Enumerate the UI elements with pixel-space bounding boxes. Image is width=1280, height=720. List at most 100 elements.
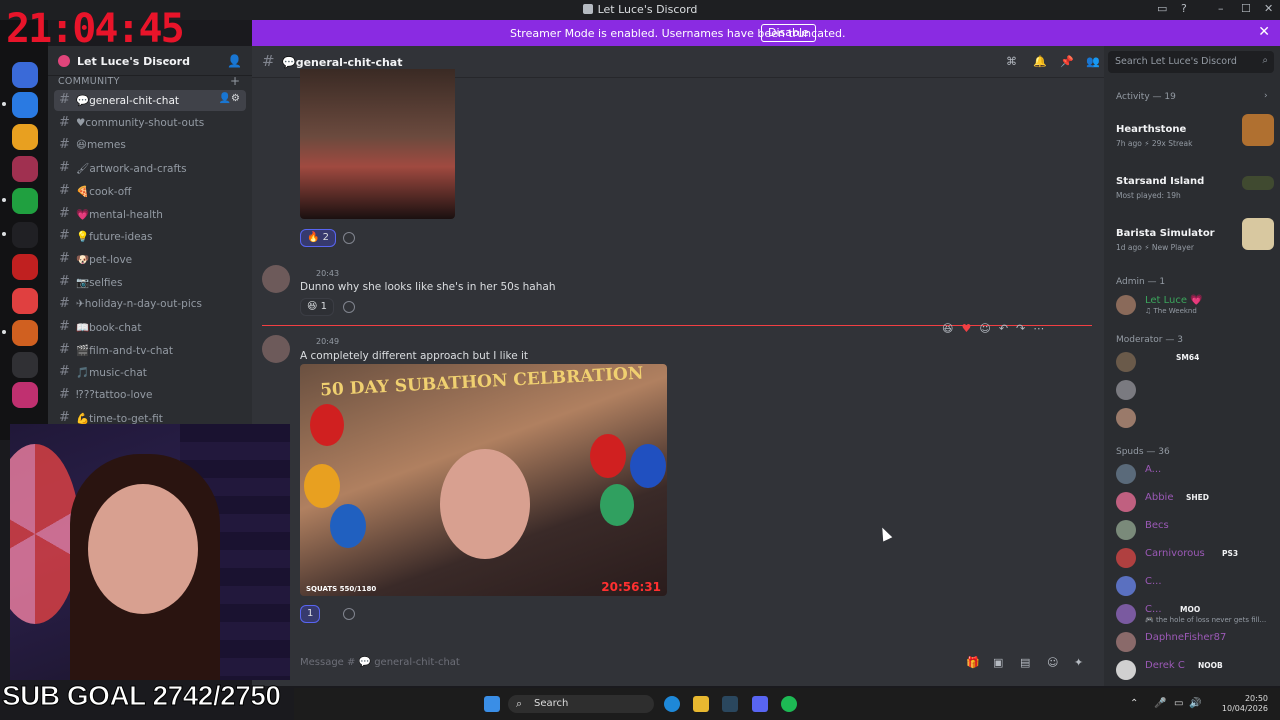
gif-icon[interactable]: ▣ (993, 656, 1003, 669)
member-item[interactable]: Becs (1116, 518, 1276, 540)
member-item[interactable]: C... MOO 🎮 the hole of loss never gets fil… (1116, 602, 1276, 624)
banner-close-icon[interactable]: ✕ (1258, 24, 1270, 40)
gift-icon[interactable]: 🎁 (966, 656, 980, 669)
server-icon[interactable] (12, 288, 38, 314)
message-composer[interactable]: Message # 💬 general-chit-chat 🎁 ▣ ▤ ☺ ✦ (290, 650, 1104, 676)
channel-item[interactable]: # 📷selfies (54, 272, 246, 293)
add-reaction-icon[interactable] (343, 232, 355, 244)
activity-header[interactable]: Activity — 19 (1116, 92, 1176, 102)
minimize-button[interactable]: – (1218, 2, 1224, 15)
steam-icon[interactable] (722, 696, 738, 712)
channel-item[interactable]: # 💡future-ideas (54, 226, 246, 247)
server-icon[interactable] (12, 352, 38, 378)
reaction-laugh[interactable]: 😆 1 (300, 298, 334, 316)
sticker-icon[interactable]: ▤ (1020, 656, 1030, 669)
add-channel-icon[interactable]: + (230, 74, 240, 88)
search-input[interactable]: Search Let Luce's Discord (1115, 56, 1237, 67)
channel-item[interactable]: # 💬general-chit-chat 👤⚙ (54, 90, 246, 111)
server-icon-meld[interactable] (12, 62, 38, 88)
emoji-reaction-icon[interactable]: 😆 (942, 322, 953, 335)
channel-item[interactable]: # 🖌artwork-and-crafts (54, 158, 246, 179)
channel-item[interactable]: # ♥community-shout-outs (54, 113, 246, 134)
threads-icon[interactable]: ⌘ (1006, 55, 1017, 68)
add-reaction-icon[interactable] (343, 608, 355, 620)
channel-item[interactable]: # 💗mental-health (54, 204, 246, 225)
edge-icon[interactable] (664, 696, 680, 712)
activity-card[interactable]: Hearthstone 7h ago ⚡ 29x Streak (1110, 110, 1276, 154)
taskbar-clock[interactable]: 20:50 10/04/2026 (1222, 694, 1268, 714)
search-box[interactable]: Search Let Luce's Discord ⌕ (1108, 51, 1274, 73)
help-icon[interactable]: ? (1181, 2, 1187, 15)
network-icon[interactable]: ▭ (1174, 698, 1183, 709)
disable-streamer-mode-button[interactable]: Disable (761, 24, 816, 42)
start-icon[interactable] (484, 696, 500, 712)
reaction[interactable]: 1 (300, 605, 321, 623)
emoji-icon[interactable]: ☺ (1047, 656, 1058, 669)
mic-icon[interactable]: 🎤 (1154, 698, 1166, 709)
member-item[interactable]: Derek C NOOB (1116, 658, 1276, 680)
maximize-button[interactable]: ☐ (1241, 2, 1251, 15)
member-list-icon[interactable]: 👥 (1086, 55, 1100, 68)
category-label[interactable]: COMMUNITY (58, 76, 120, 87)
heart-reaction-icon[interactable]: ♥ (961, 322, 971, 335)
member-item[interactable]: Abbie SHED (1116, 490, 1276, 512)
spotify-icon[interactable] (781, 696, 797, 712)
member-item[interactable]: Carnivorous PS3 (1116, 546, 1276, 568)
server-icon[interactable] (12, 320, 38, 346)
forward-icon[interactable]: ↷ (1016, 322, 1025, 335)
chevron-up-icon[interactable]: ⌃ (1130, 698, 1138, 709)
member-name: C... (1145, 576, 1162, 587)
inbox-icon[interactable]: ▭ (1157, 2, 1167, 15)
channel-item[interactable]: # 🍕cook-off (54, 181, 246, 202)
close-button[interactable]: ✕ (1264, 2, 1273, 15)
channel-item[interactable]: # ⁉??tattoo-love (54, 385, 246, 406)
activity-card[interactable]: Starsand Island Most played: 19h (1110, 162, 1276, 206)
volume-icon[interactable]: 🔊 (1189, 698, 1201, 709)
server-icon[interactable] (12, 124, 38, 150)
channel-item[interactable]: # 📖book-chat (54, 317, 246, 338)
server-icon[interactable] (12, 156, 38, 182)
server-icon[interactable] (12, 188, 38, 214)
channel-item[interactable]: # 🎬film-and-tv-chat (54, 340, 246, 361)
file-explorer-icon[interactable] (693, 696, 709, 712)
member-item[interactable] (1116, 378, 1276, 400)
member-item[interactable]: Let Luce 💗 ♫ The Weeknd (1116, 293, 1276, 315)
admin-header: Admin — 1 (1116, 277, 1166, 287)
member-item[interactable]: SM64 (1116, 350, 1276, 372)
server-icon[interactable] (12, 92, 38, 118)
taskbar-search[interactable]: ⌕ Search (508, 695, 654, 713)
message-image[interactable]: 50 DAY SUBATHON CELBRATION SQUATS 550/11… (300, 364, 667, 596)
message-timestamp: 20:49 (316, 337, 340, 346)
server-icon[interactable] (12, 254, 38, 280)
apps-icon[interactable]: ✦ (1074, 656, 1083, 669)
member-item[interactable]: C... (1116, 574, 1276, 596)
member-item[interactable] (1116, 406, 1276, 428)
add-reaction-icon[interactable]: ☺ (979, 322, 990, 335)
message-image[interactable] (300, 69, 455, 219)
hash-icon: # (59, 387, 70, 403)
more-icon[interactable]: ⋯ (1033, 322, 1044, 335)
bell-icon[interactable]: 🔔 (1033, 55, 1047, 68)
reaction-fire[interactable]: 🔥 2 (300, 229, 337, 247)
invite-icon[interactable]: 👤 (227, 54, 242, 68)
member-item[interactable]: DaphneFisher87 (1116, 630, 1276, 652)
hash-icon: # (59, 341, 70, 357)
pin-icon[interactable]: 📌 (1060, 55, 1074, 68)
member-item[interactable]: A... (1116, 462, 1276, 484)
chevron-right-icon[interactable]: › (1264, 91, 1268, 101)
unread-dot (2, 330, 6, 334)
server-icon[interactable] (12, 382, 38, 408)
add-reaction-icon[interactable] (343, 301, 355, 313)
server-icon[interactable] (12, 222, 38, 248)
channel-item[interactable]: # ✈holiday-n-day-out-pics (54, 294, 246, 315)
message-input[interactable]: Message # 💬 general-chit-chat (300, 657, 460, 668)
channel-item[interactable]: # 🐶pet-love (54, 249, 246, 270)
discord-taskbar-icon[interactable] (752, 696, 768, 712)
activity-card[interactable]: Barista Simulator 1d ago ⚡ New Player (1110, 214, 1276, 258)
settings-icon[interactable]: 👤⚙ (219, 93, 240, 104)
channel-item[interactable]: # 🎵music-chat (54, 362, 246, 383)
reply-icon[interactable]: ↶ (999, 322, 1008, 335)
avatar[interactable] (262, 335, 290, 363)
channel-item[interactable]: # 😆memes (54, 135, 246, 156)
avatar[interactable] (262, 265, 290, 293)
